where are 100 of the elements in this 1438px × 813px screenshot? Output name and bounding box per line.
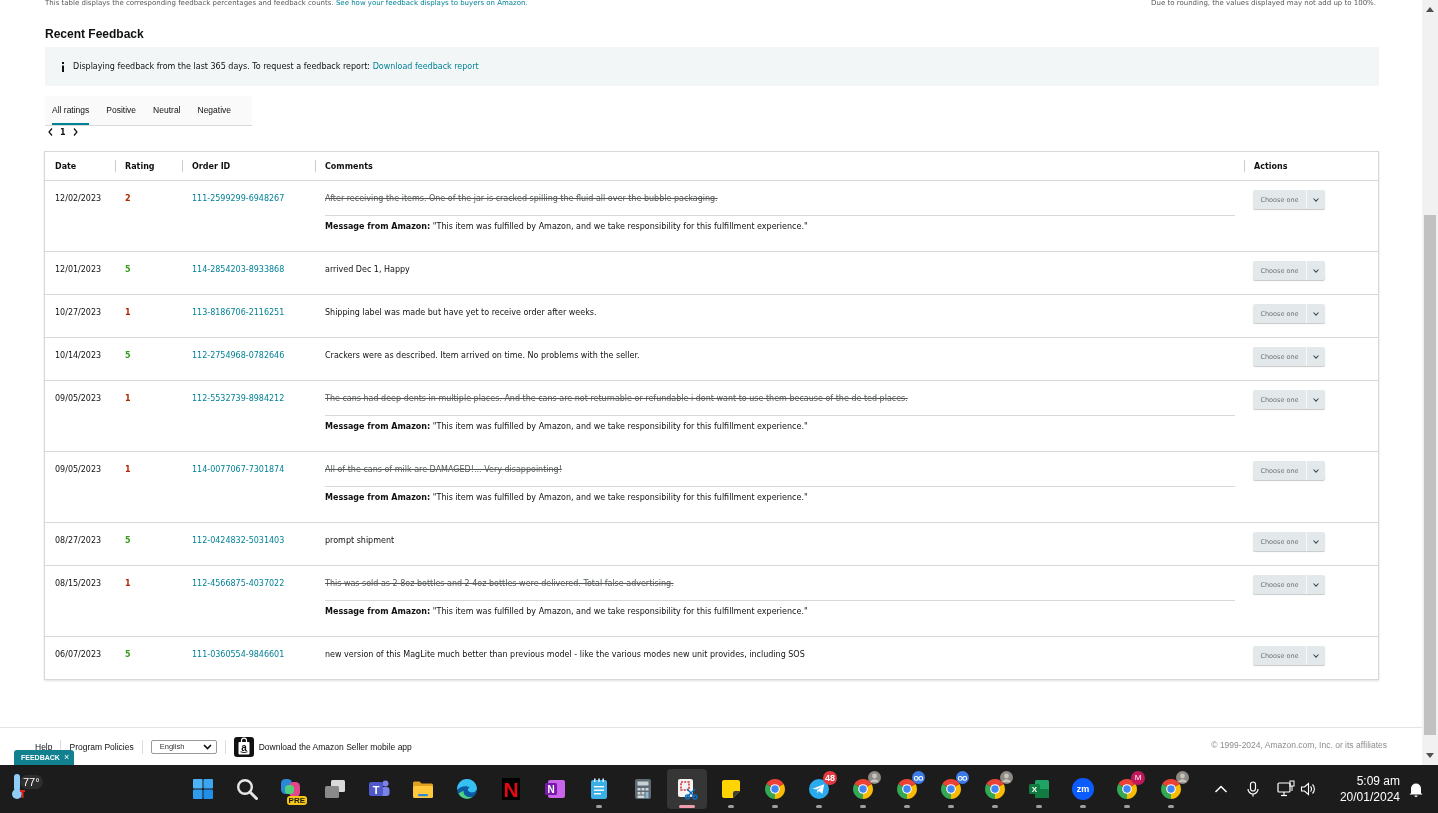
next-page-button[interactable] bbox=[72, 128, 78, 136]
order-id-link[interactable]: 112-5532739-8984212 bbox=[192, 394, 285, 403]
glasses-avatar-icon bbox=[912, 771, 925, 784]
rating-value: 1 bbox=[125, 394, 131, 403]
caret-icon bbox=[1313, 311, 1319, 316]
scissors-icon bbox=[675, 777, 699, 801]
feedback-date: 12/02/2023 bbox=[55, 194, 102, 203]
taskbar-button[interactable]: N bbox=[535, 769, 575, 809]
caret-icon bbox=[1313, 197, 1319, 202]
running-indicator bbox=[728, 805, 734, 808]
amazon-message: Message from Amazon: "This item was fulfilled by Amazon, and we take responsibility for this fulfillment experience." bbox=[325, 607, 808, 616]
task-view-icon bbox=[323, 777, 347, 801]
feedback-date: 08/15/2023 bbox=[55, 579, 102, 588]
comment-text: The cans had deep dents in multiple places. And the cans are not returnable or refundable i dont want to use them because of the de ted places. bbox=[325, 394, 908, 403]
chevron-down-icon bbox=[202, 743, 212, 750]
scroll-up-icon[interactable] bbox=[1426, 7, 1434, 12]
avatar-icon bbox=[1176, 771, 1189, 784]
order-id-link[interactable]: 114-2854203-8933868 bbox=[192, 265, 285, 274]
taskbar-button[interactable]: T bbox=[359, 769, 399, 809]
order-id-link[interactable]: 111-2599299-6948267 bbox=[192, 194, 285, 203]
order-id-link[interactable]: 111-0360554-9846601 bbox=[192, 650, 285, 659]
caret-icon bbox=[1313, 354, 1319, 359]
taskbar-button[interactable]: N bbox=[491, 769, 531, 809]
taskbar-button[interactable] bbox=[667, 769, 707, 809]
feedback-date: 10/27/2023 bbox=[55, 308, 102, 317]
scroll-down-icon[interactable] bbox=[1426, 753, 1434, 758]
running-indicator bbox=[1124, 805, 1130, 808]
info-icon bbox=[61, 61, 65, 72]
rating-value: 5 bbox=[125, 536, 131, 545]
comment-text: All of the cans of milk are DAMAGED!... Very disappointing! bbox=[325, 465, 562, 474]
info-text: Displaying feedback from the last 365 days. To request a feedback report: Download feedback report bbox=[73, 62, 479, 71]
taskbar-button[interactable]: M bbox=[1107, 769, 1147, 809]
order-id-link[interactable]: 112-0424832-5031403 bbox=[192, 536, 285, 545]
running-indicator bbox=[1168, 805, 1174, 808]
rating-value: 1 bbox=[125, 579, 131, 588]
rating-value: 5 bbox=[125, 351, 131, 360]
running-indicator bbox=[992, 805, 998, 808]
browser-wave-icon bbox=[455, 777, 479, 801]
app-logo-icon[interactable]: a bbox=[233, 736, 254, 757]
notification-bell-icon[interactable] bbox=[1408, 781, 1424, 797]
avatar-icon bbox=[1000, 771, 1013, 784]
running-indicator bbox=[948, 805, 954, 808]
scrollbar-thumb[interactable] bbox=[1424, 215, 1436, 735]
download-report-link[interactable]: Download feedback report bbox=[372, 62, 479, 71]
comment-text: prompt shipment bbox=[325, 536, 395, 545]
caret-icon bbox=[1313, 653, 1319, 658]
running-indicator bbox=[816, 805, 822, 808]
caret-icon bbox=[1313, 397, 1319, 402]
avatar-icon bbox=[868, 771, 881, 784]
order-id-link[interactable]: 114-0077067-7301874 bbox=[192, 465, 285, 474]
clock-time[interactable]: 5:09 am bbox=[1356, 773, 1400, 789]
caret-icon bbox=[1313, 582, 1319, 587]
order-id-link[interactable]: 113-8186706-2116251 bbox=[192, 308, 285, 317]
order-id-link[interactable]: 112-2754968-0782646 bbox=[192, 351, 285, 360]
feedback-date: 12/01/2023 bbox=[55, 265, 102, 274]
running-indicator bbox=[904, 805, 910, 808]
footer-link[interactable]: Help bbox=[35, 741, 53, 752]
rating-tab[interactable]: Negative bbox=[197, 96, 232, 125]
rating-value: 1 bbox=[125, 308, 131, 317]
taskbar-button[interactable]: X bbox=[1019, 769, 1059, 809]
feedback-date: 06/07/2023 bbox=[55, 650, 102, 659]
rating-value: 1 bbox=[125, 465, 131, 474]
column-header: Actions bbox=[1254, 161, 1288, 171]
running-indicator bbox=[596, 805, 602, 808]
amazon-message: Message from Amazon: "This item was fulfilled by Amazon, and we take responsibility for this fulfillment experience." bbox=[325, 222, 808, 231]
comment-text: This was sold as 2 8oz bottles and 2 4oz bottles were delivered. Total false advertising. bbox=[325, 579, 674, 588]
start-icon bbox=[191, 777, 215, 801]
rating-value: 5 bbox=[125, 265, 131, 274]
footer-link[interactable]: Program Policies bbox=[69, 741, 134, 752]
previous-page-button[interactable] bbox=[48, 128, 53, 136]
sticky-note-icon bbox=[719, 777, 743, 801]
order-id-link[interactable]: 112-4566875-4037022 bbox=[192, 579, 285, 588]
clock-date[interactable]: 20/01/2024 bbox=[1339, 789, 1400, 805]
taskbar-button[interactable]: 48 bbox=[799, 769, 839, 809]
glasses-avatar-icon bbox=[956, 771, 969, 784]
feedback-date: 10/14/2023 bbox=[55, 351, 102, 360]
browser-icon bbox=[851, 777, 875, 801]
volume-icon[interactable] bbox=[1300, 781, 1316, 797]
running-indicator bbox=[860, 805, 866, 808]
page-number: 1 bbox=[60, 127, 66, 137]
microphone-icon[interactable] bbox=[1245, 781, 1261, 797]
taskbar-button[interactable]: zm bbox=[1063, 769, 1103, 809]
browser-icon bbox=[983, 777, 1007, 801]
thermometer-icon[interactable] bbox=[11, 773, 25, 800]
amazon-message: Message from Amazon: "This item was fulfilled by Amazon, and we take responsibility for this fulfillment experience." bbox=[325, 493, 808, 502]
rating-tab[interactable]: Positive bbox=[106, 96, 137, 125]
rating-tab[interactable]: All ratings bbox=[52, 96, 90, 125]
rating-tab[interactable]: Neutral bbox=[153, 96, 181, 125]
column-header: Date bbox=[55, 161, 77, 171]
browser-icon bbox=[763, 777, 787, 801]
taskbar-button[interactable]: PRE bbox=[271, 769, 311, 809]
temperature-label: 77° bbox=[20, 775, 43, 789]
feedback-date: 08/27/2023 bbox=[55, 536, 102, 545]
search-icon bbox=[235, 777, 259, 801]
running-indicator bbox=[1080, 805, 1086, 808]
running-indicator bbox=[1036, 805, 1042, 808]
notification-badge: 48 bbox=[823, 771, 837, 785]
network-icon[interactable] bbox=[1277, 780, 1295, 798]
close-button[interactable]: × bbox=[63, 753, 70, 762]
app-download-link[interactable]: Download the Amazon Seller mobile app bbox=[258, 741, 412, 752]
